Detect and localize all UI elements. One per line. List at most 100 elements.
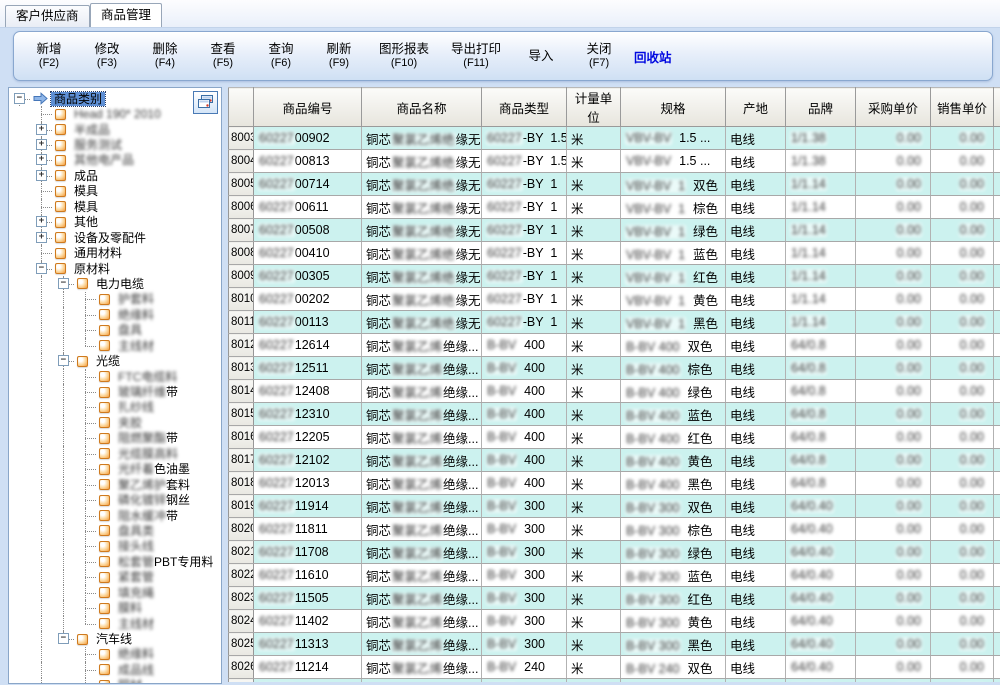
tab-product-management[interactable]: 商品管理 — [90, 3, 162, 27]
chart-report-button[interactable]: 图形报表(F10) — [368, 40, 440, 72]
tree-node[interactable]: 通用材料 — [9, 245, 221, 260]
table-row[interactable]: 80136022712511铜芯聚氯乙烯绝缘...B-BV 400米B-BV 4… — [229, 357, 1000, 380]
tree-node[interactable]: 光纤着色油墨 — [9, 462, 221, 477]
tree-node[interactable]: 护套料 — [9, 292, 221, 307]
table-row[interactable]: 80036022700902铜芯聚氯乙烯绝缘无...60227-BY 1.5米V… — [229, 127, 1000, 150]
view-button[interactable]: 查看(F5) — [194, 40, 252, 72]
tree-node[interactable]: 膜料 — [9, 600, 221, 615]
table-row[interactable]: 80266022711214铜芯聚氯乙烯绝缘...B-BV 240米B-BV 2… — [229, 656, 1000, 679]
table-row[interactable]: 80276022711111铜芯聚氯乙烯绝缘...B-BV 240米B-BV 2… — [229, 679, 1000, 683]
table-row[interactable]: 80156022712310铜芯聚氯乙烯绝缘...B-BV 400米B-BV 4… — [229, 403, 1000, 426]
refresh-button[interactable]: 刷新(F9) — [310, 40, 368, 72]
tree-node[interactable]: −原材料 — [9, 261, 221, 276]
query-button[interactable]: 查询(F6) — [252, 40, 310, 72]
column-header-spec[interactable]: 规格 — [621, 88, 726, 127]
tree-expander-plus[interactable]: + — [36, 154, 47, 165]
tree-node[interactable]: 紧套管 — [9, 570, 221, 585]
tree-node[interactable]: −汽车线 — [9, 631, 221, 646]
table-row[interactable]: 80206022711811铜芯聚氯乙烯绝缘...B-BV 300米B-BV 3… — [229, 518, 1000, 541]
tree-expander-minus[interactable]: − — [58, 355, 69, 366]
tree-node[interactable]: +半成品 — [9, 122, 221, 137]
tab-customer-supplier[interactable]: 客户供应商 — [5, 5, 90, 27]
tree-node[interactable]: 铜材 — [9, 678, 221, 684]
tree-node[interactable]: −光缆 — [9, 353, 221, 368]
tree-node[interactable]: −电力电缆 — [9, 276, 221, 291]
tree-expander-plus[interactable]: + — [36, 216, 47, 227]
tree-node[interactable]: 模具 — [9, 199, 221, 214]
tree-node[interactable]: +设备及零配件 — [9, 230, 221, 245]
tree-node[interactable]: +成品 — [9, 168, 221, 183]
tree-node[interactable]: 松套管PBT专用料 — [9, 554, 221, 569]
tree-expander-minus[interactable]: − — [58, 633, 69, 644]
import-button[interactable]: 导入 — [512, 47, 570, 66]
table-row[interactable]: 80216022711708铜芯聚氯乙烯绝缘...B-BV 300米B-BV 3… — [229, 541, 1000, 564]
tree-node[interactable]: 绝缘料 — [9, 307, 221, 322]
tree-node[interactable]: Head 190* 2010 — [9, 106, 221, 121]
tree-node[interactable]: FTC电缆料 — [9, 369, 221, 384]
tree-node[interactable]: 填充绳 — [9, 585, 221, 600]
column-header-sell[interactable]: 销售单价 — [931, 88, 994, 127]
collapse-tree-button[interactable] — [193, 91, 218, 114]
tree-expander-minus[interactable]: − — [14, 93, 25, 104]
cell-filler — [994, 242, 1000, 265]
tree-node[interactable]: 成品线 — [9, 662, 221, 677]
tree-node[interactable]: 光缆膜高料 — [9, 446, 221, 461]
tree-node[interactable]: 阻水缓冲带 — [9, 508, 221, 523]
column-header-buy[interactable]: 采购单价 — [856, 88, 931, 127]
tree-node[interactable]: 聚乙烯护套料 — [9, 477, 221, 492]
table-row[interactable]: 80166022712205铜芯聚氯乙烯绝缘...B-BV 400米B-BV 4… — [229, 426, 1000, 449]
tree-node[interactable]: 扎纱线 — [9, 400, 221, 415]
tree-node[interactable]: 主线材 — [9, 338, 221, 353]
table-row[interactable]: 80076022700508铜芯聚氯乙烯绝缘无...60227-BY 1米VBV… — [229, 219, 1000, 242]
column-header-name[interactable]: 商品名称 — [362, 88, 482, 127]
table-row[interactable]: 80086022700410铜芯聚氯乙烯绝缘无...60227-BY 1米VBV… — [229, 242, 1000, 265]
export-print-button[interactable]: 导出打印(F11) — [440, 40, 512, 72]
tree-node[interactable]: +其他 — [9, 215, 221, 230]
table-row[interactable]: 80066022700611铜芯聚氯乙烯绝缘无...60227-BY 1米VBV… — [229, 196, 1000, 219]
table-row[interactable]: 80096022700305铜芯聚氯乙烯绝缘无...60227-BY 1米VBV… — [229, 265, 1000, 288]
close-button[interactable]: 关闭(F7) — [570, 40, 628, 72]
recycle-bin-button[interactable]: 回收站 — [634, 47, 672, 66]
cell-name: 铜芯聚氯乙烯绝缘... — [362, 541, 482, 564]
tree-node[interactable]: 玻璃纤维带 — [9, 384, 221, 399]
table-row[interactable]: 80126022712614铜芯聚氯乙烯绝缘...B-BV 400米B-BV 4… — [229, 334, 1000, 357]
tree-node[interactable]: 盘具 — [9, 323, 221, 338]
table-row[interactable]: 80176022712102铜芯聚氯乙烯绝缘...B-BV 400米B-BV 4… — [229, 449, 1000, 472]
tree-expander-plus[interactable]: + — [36, 232, 47, 243]
tree-node[interactable]: 绝缘料 — [9, 647, 221, 662]
table-row[interactable]: 80186022712013铜芯聚氯乙烯绝缘...B-BV 400米B-BV 4… — [229, 472, 1000, 495]
table-row[interactable]: 80116022700113铜芯聚氯乙烯绝缘无...60227-BY 1米VBV… — [229, 311, 1000, 334]
tree-node[interactable]: +其他电产品 — [9, 153, 221, 168]
table-row[interactable]: 80256022711313铜芯聚氯乙烯绝缘...B-BV 300米B-BV 3… — [229, 633, 1000, 656]
tree-node[interactable]: 夹胶 — [9, 415, 221, 430]
table-row[interactable]: 80106022700202铜芯聚氯乙烯绝缘无...60227-BY 1米VBV… — [229, 288, 1000, 311]
tree-node[interactable]: 主线材 — [9, 616, 221, 631]
column-header-origin[interactable]: 产地 — [726, 88, 786, 127]
tree-expander-plus[interactable]: + — [36, 139, 47, 150]
tree-expander-plus[interactable]: + — [36, 170, 47, 181]
tree-node[interactable]: 接头线 — [9, 539, 221, 554]
tree-node[interactable]: 阻燃聚酯带 — [9, 431, 221, 446]
tree-expander-minus[interactable]: − — [58, 278, 69, 289]
tree-node[interactable]: 盘具类 — [9, 523, 221, 538]
column-header-unit[interactable]: 计量单位 — [567, 88, 621, 127]
column-header-code[interactable]: 商品编号 — [254, 88, 362, 127]
tree-node[interactable]: −商品类别 — [9, 91, 221, 106]
tree-expander-minus[interactable]: − — [36, 263, 47, 274]
table-row[interactable]: 80046022700813铜芯聚氯乙烯绝缘无...60227-BY 1.5米V… — [229, 150, 1000, 173]
tree-node[interactable]: +服务测试 — [9, 137, 221, 152]
tree-expander-plus[interactable]: + — [36, 124, 47, 135]
table-row[interactable]: 80226022711610铜芯聚氯乙烯绝缘...B-BV 300米B-BV 3… — [229, 564, 1000, 587]
table-row[interactable]: 80056022700714铜芯聚氯乙烯绝缘无...60227-BY 1米VBV… — [229, 173, 1000, 196]
table-row[interactable]: 80146022712408铜芯聚氯乙烯绝缘...B-BV 400米B-BV 4… — [229, 380, 1000, 403]
column-header-brand[interactable]: 品牌 — [786, 88, 856, 127]
modify-button[interactable]: 修改(F3) — [78, 40, 136, 72]
table-row[interactable]: 80196022711914铜芯聚氯乙烯绝缘...B-BV 300米B-BV 3… — [229, 495, 1000, 518]
table-row[interactable]: 80236022711505铜芯聚氯乙烯绝缘...B-BV 300米B-BV 3… — [229, 587, 1000, 610]
tree-node[interactable]: 模具 — [9, 184, 221, 199]
tree-node[interactable]: 磷化镀锌钢丝 — [9, 492, 221, 507]
new-button[interactable]: 新增(F2) — [20, 40, 78, 72]
delete-button[interactable]: 删除(F4) — [136, 40, 194, 72]
table-row[interactable]: 80246022711402铜芯聚氯乙烯绝缘...B-BV 300米B-BV 3… — [229, 610, 1000, 633]
column-header-type[interactable]: 商品类型 — [482, 88, 567, 127]
